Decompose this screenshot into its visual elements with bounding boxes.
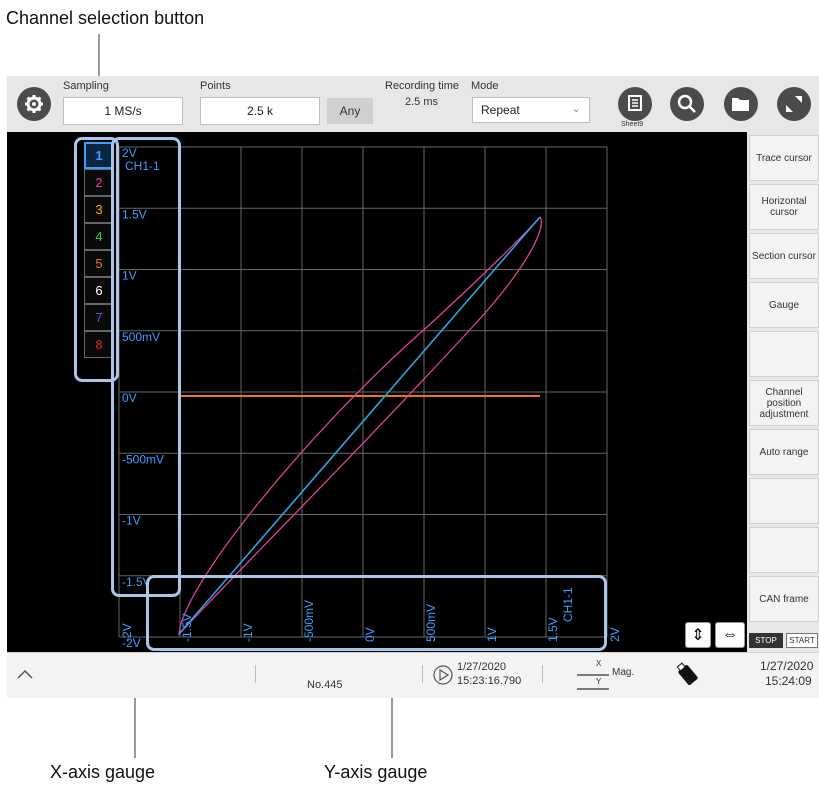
sidebar-button-channel-position-adjustment[interactable]: Channel position adjustment	[749, 380, 819, 426]
trigger-time: 15:23:16.790	[457, 675, 522, 687]
record-number: No.445	[307, 679, 343, 691]
sampling-field[interactable]: 1 MS/s	[63, 97, 183, 125]
gear-icon[interactable]	[17, 87, 51, 121]
trigger-date: 1/27/2020	[457, 661, 506, 673]
usb-drive-icon	[676, 662, 698, 685]
sidebar-button-section-cursor[interactable]: Section cursor	[749, 233, 819, 279]
points-label: Points	[200, 80, 231, 92]
sidebar-button-empty-7[interactable]	[749, 478, 819, 524]
sidebar-button-empty-8[interactable]	[749, 527, 819, 573]
x-axis-gauge-highlight	[111, 137, 181, 597]
sidebar-button-can-frame[interactable]: CAN frame	[749, 576, 819, 622]
any-button[interactable]: Any	[327, 98, 373, 124]
trigger-play-icon	[433, 665, 453, 685]
x-gauge-label: 2V	[608, 627, 622, 642]
mode-select[interactable]: Repeat ⌄	[472, 97, 590, 123]
instrument-screen: Sampling 1 MS/s Points 2.5 k Any Recordi…	[7, 76, 819, 698]
status-bar: No.445 1/27/2020 15:23:16.790 X Y Mag. 1…	[7, 652, 819, 698]
linear-xy-trace	[178, 216, 541, 635]
sidebar-button-auto-range[interactable]: Auto range	[749, 429, 819, 475]
start-button[interactable]: START	[786, 633, 818, 648]
sheet-button[interactable]	[618, 87, 652, 121]
search-icon[interactable]	[670, 87, 704, 121]
sidebar-button-gauge[interactable]: Gauge	[749, 282, 819, 328]
function-sidebar: Trace cursor Horizontal cursor Section cur…	[747, 132, 819, 652]
horizontal-move-icon[interactable]: ⇔	[715, 622, 745, 648]
top-toolbar: Sampling 1 MS/s Points 2.5 k Any Recordi…	[7, 76, 819, 133]
folder-icon[interactable]	[724, 87, 758, 121]
clock-time: 15:24:09	[765, 674, 812, 688]
mag-label: Mag.	[612, 667, 635, 678]
x-gauge-label: -2V	[120, 623, 134, 642]
vertical-move-icon[interactable]: ⇕	[685, 622, 711, 648]
sheet-icon	[628, 95, 642, 111]
stop-button[interactable]: STOP	[749, 633, 783, 648]
plot-grid	[118, 146, 608, 638]
recording-time-value: 2.5 ms	[405, 96, 439, 108]
mag-y-label: Y	[596, 677, 602, 686]
mode-label: Mode	[471, 80, 499, 92]
expand-icon[interactable]	[777, 87, 811, 121]
points-field[interactable]: 2.5 k	[200, 97, 320, 125]
sidebar-button-empty-4[interactable]	[749, 331, 819, 377]
chevron-up-icon[interactable]	[17, 668, 33, 680]
sidebar-button-trace-cursor[interactable]: Trace cursor	[749, 135, 819, 181]
recording-time-label: Recording time	[385, 80, 459, 92]
mag-x-label: X	[596, 659, 602, 668]
mode-value: Repeat	[481, 103, 520, 117]
clock-date: 1/27/2020	[760, 659, 814, 673]
sheet-label: Sheet9	[621, 121, 644, 128]
sampling-label: Sampling	[63, 80, 109, 92]
chevron-down-icon: ⌄	[571, 103, 581, 115]
sidebar-button-horizontal-cursor[interactable]: Horizontal cursor	[749, 184, 819, 230]
y-axis-gauge-highlight	[146, 575, 607, 651]
